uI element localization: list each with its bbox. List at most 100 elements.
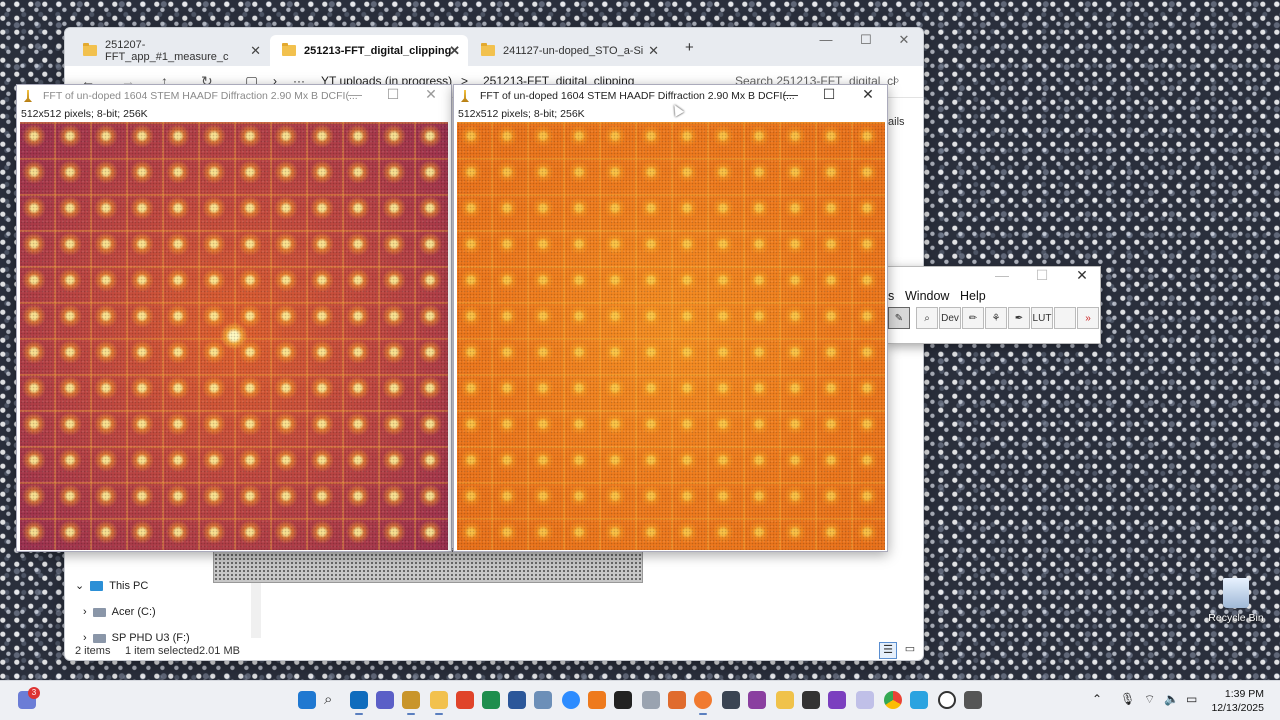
window-title: FFT of un-doped 1604 STEM HAADF Diffract… bbox=[43, 90, 358, 102]
selection-size: 2.01 MB bbox=[199, 645, 240, 657]
details-view-icon[interactable]: ☰ bbox=[879, 642, 897, 659]
minimize-icon[interactable]: — bbox=[811, 32, 841, 47]
maximize-icon[interactable]: ☐ bbox=[1028, 267, 1056, 284]
app-icon[interactable] bbox=[776, 691, 794, 709]
app-k-icon[interactable] bbox=[614, 691, 632, 709]
explorer-tab-2[interactable]: 251213-FFT_digital_clipping ✕ bbox=[270, 35, 468, 66]
fft-canvas-orange[interactable] bbox=[457, 122, 885, 550]
matlab-icon[interactable] bbox=[668, 691, 686, 709]
empty-tool-slot[interactable] bbox=[1054, 307, 1076, 329]
developer-menu-tool[interactable]: Dev bbox=[939, 307, 961, 329]
fft-image-window-right[interactable]: FFT of un-doped 1604 STEM HAADF Diffract… bbox=[453, 84, 888, 552]
menu-plugins[interactable]: s bbox=[888, 289, 894, 303]
tiles-view-icon[interactable]: ▭ bbox=[901, 642, 919, 659]
tree-item-label: This PC bbox=[109, 579, 149, 592]
teams-icon[interactable] bbox=[376, 691, 394, 709]
minimize-icon[interactable]: — bbox=[777, 86, 805, 102]
close-icon[interactable]: ✕ bbox=[854, 86, 882, 103]
window-title: FFT of un-doped 1604 STEM HAADF Diffract… bbox=[480, 90, 795, 102]
clock[interactable]: 1:39 PM 12/13/2025 bbox=[1211, 687, 1264, 715]
minimize-icon[interactable]: — bbox=[988, 267, 1016, 283]
app-icon[interactable] bbox=[938, 691, 956, 709]
tab-label: 251213-FFT_digital_clipping bbox=[304, 44, 452, 57]
imagej-icon bbox=[24, 90, 32, 102]
wifi-icon[interactable]: ⌔ bbox=[1144, 692, 1155, 707]
start-icon[interactable] bbox=[298, 691, 316, 709]
imagej-icon bbox=[461, 90, 469, 102]
flood-fill-tool[interactable]: ⚘ bbox=[985, 307, 1007, 329]
pencil-tool[interactable]: ✒ bbox=[1008, 307, 1030, 329]
explorer-tab-3[interactable]: 241127-un-doped_STO_a-Si ✕ bbox=[469, 35, 667, 66]
explorer-tab-1[interactable]: 251207-FFT_app_#1_measure_c ✕ bbox=[71, 35, 269, 66]
menu-window[interactable]: Window bbox=[905, 289, 949, 303]
maximize-icon[interactable]: ☐ bbox=[815, 86, 843, 103]
imagej-tool-row: ✎ ⌕ Dev ✏ ⚘ ✒ LUT » bbox=[888, 307, 1100, 329]
chevron-up-icon[interactable]: ⌃ bbox=[1092, 692, 1102, 706]
close-window-icon[interactable]: ✕ bbox=[889, 32, 919, 48]
file-explorer-icon[interactable] bbox=[430, 691, 448, 715]
magnifier-tool[interactable]: ⌕ bbox=[916, 307, 938, 329]
explorer-tab-bar: 251207-FFT_app_#1_measure_c ✕ 251213-FFT… bbox=[65, 28, 923, 66]
image-window-strip bbox=[213, 548, 643, 583]
recycle-bin-shortcut[interactable]: Recycle Bin bbox=[1204, 578, 1268, 624]
image-info: 512x512 pixels; 8-bit; 256K bbox=[458, 108, 585, 120]
camera-icon[interactable] bbox=[642, 691, 660, 709]
tree-item-this-pc[interactable]: ⌄ This PC bbox=[75, 579, 149, 593]
app-icon[interactable] bbox=[856, 691, 874, 709]
clock-time: 1:39 PM bbox=[1224, 688, 1264, 700]
imagej-icon[interactable] bbox=[402, 691, 420, 715]
close-icon[interactable]: ✕ bbox=[250, 43, 261, 59]
folder-icon bbox=[282, 43, 296, 56]
menu-help[interactable]: Help bbox=[960, 289, 986, 303]
microphone-icon[interactable]: 🎙 bbox=[1120, 692, 1135, 706]
app-icon[interactable] bbox=[748, 691, 766, 709]
lut-menu-tool[interactable]: LUT bbox=[1031, 307, 1053, 329]
pc-icon bbox=[90, 580, 104, 591]
chevron-down-icon[interactable]: ⌄ bbox=[75, 579, 84, 592]
battery-icon[interactable]: ▭ bbox=[1186, 692, 1197, 706]
fft-image-window-left[interactable]: FFT of un-doped 1604 STEM HAADF Diffract… bbox=[16, 84, 452, 552]
volume-icon[interactable]: 🔈 bbox=[1164, 692, 1179, 706]
firefox-icon[interactable] bbox=[694, 691, 712, 715]
tree-item-c-drive[interactable]: › Acer (C:) bbox=[83, 606, 156, 618]
image-info: 512x512 pixels; 8-bit; 256K bbox=[21, 108, 148, 120]
excel-icon[interactable] bbox=[482, 691, 500, 709]
maximize-icon[interactable]: ☐ bbox=[851, 32, 881, 48]
maximize-icon[interactable]: ☐ bbox=[379, 86, 407, 103]
color-picker-tool[interactable]: ✎ bbox=[888, 307, 910, 329]
tree-item-label: Acer (C:) bbox=[111, 606, 156, 618]
vlc-icon[interactable] bbox=[588, 691, 606, 709]
word-icon[interactable] bbox=[508, 691, 526, 709]
close-icon[interactable]: ✕ bbox=[449, 43, 460, 59]
chrome-icon[interactable] bbox=[884, 691, 902, 709]
brush-tool[interactable]: ✏ bbox=[962, 307, 984, 329]
item-count: 2 items bbox=[75, 645, 111, 657]
powerpoint-icon[interactable] bbox=[456, 691, 474, 709]
tab-label: 251207-FFT_app_#1_measure_c bbox=[105, 38, 229, 63]
app-icon[interactable] bbox=[534, 691, 552, 709]
fft-canvas-fire[interactable] bbox=[20, 122, 448, 550]
app-icon[interactable] bbox=[828, 691, 846, 709]
app-icon[interactable] bbox=[722, 691, 740, 709]
recycle-bin-icon bbox=[1223, 578, 1249, 608]
calculator-icon[interactable] bbox=[964, 691, 982, 709]
app-icon[interactable] bbox=[910, 691, 928, 709]
imagej-toolbar-window: — ☐ ✕ s Window Help ✎ ⌕ Dev ✏ ⚘ ✒ LUT » bbox=[887, 266, 1101, 344]
close-icon[interactable]: ✕ bbox=[417, 86, 445, 103]
folder-icon bbox=[83, 43, 97, 56]
clock-date: 12/13/2025 bbox=[1211, 702, 1264, 714]
tab-label: 241127-un-doped_STO_a-Si bbox=[503, 44, 644, 57]
app-icon[interactable] bbox=[802, 691, 820, 709]
minimize-icon[interactable]: — bbox=[341, 86, 369, 102]
new-tab-button[interactable]: + bbox=[685, 39, 694, 56]
search-icon[interactable]: ⌕ bbox=[324, 691, 342, 709]
more-tools-button[interactable]: » bbox=[1077, 307, 1099, 329]
zoom-icon[interactable] bbox=[562, 691, 580, 709]
chevron-right-icon[interactable]: › bbox=[83, 606, 87, 618]
imagej-menubar: s Window Help bbox=[888, 287, 1100, 307]
search-icon: ⌕ bbox=[893, 73, 900, 87]
recycle-bin-label: Recycle Bin bbox=[1208, 612, 1264, 624]
close-icon[interactable]: ✕ bbox=[648, 43, 659, 59]
outlook-icon[interactable] bbox=[350, 691, 368, 715]
close-icon[interactable]: ✕ bbox=[1068, 267, 1096, 284]
